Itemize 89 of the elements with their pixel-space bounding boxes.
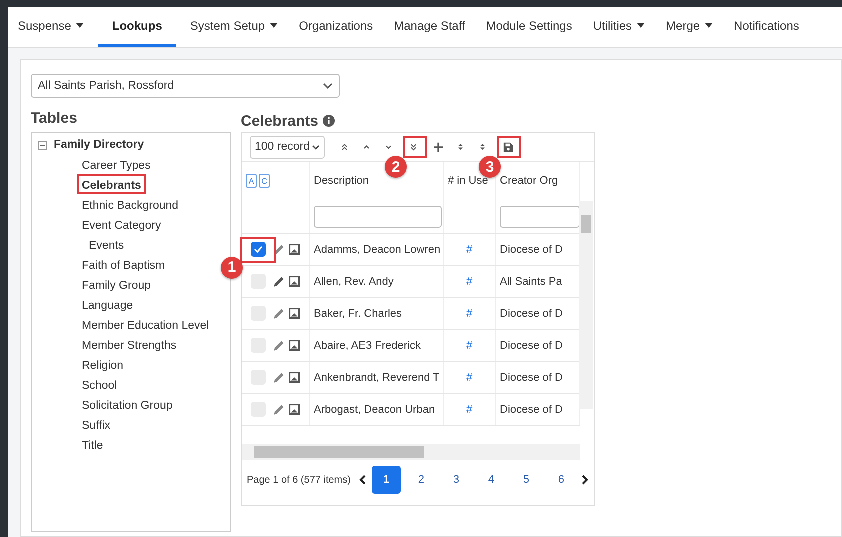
pencil-icon[interactable]: [274, 276, 285, 287]
pager-summary: Page 1 of 6 (577 items): [247, 474, 351, 486]
table-cell: Diocese of D: [500, 308, 563, 320]
tree-item[interactable]: Ethnic Background: [77, 194, 184, 214]
chevron-down-icon: [312, 144, 320, 150]
row-checkbox[interactable]: [250, 242, 266, 257]
tree-item[interactable]: Religion: [77, 354, 129, 374]
tree-item[interactable]: Title: [77, 434, 108, 454]
table-cell: Diocese of D: [500, 244, 563, 256]
pencil-icon[interactable]: [274, 404, 285, 415]
table-cell: All Saints Pa: [500, 276, 562, 288]
tree-item[interactable]: Celebrants: [77, 174, 146, 194]
tree-item[interactable]: Faith of Baptism: [77, 254, 170, 274]
filter-input[interactable]: [500, 206, 580, 228]
image-icon[interactable]: [289, 244, 300, 255]
nav-tab[interactable]: Merge: [659, 7, 720, 47]
tree-item[interactable]: Member Education Level: [77, 314, 214, 334]
tree-item[interactable]: Career Types: [77, 154, 156, 174]
page-link[interactable]: 4: [476, 466, 506, 494]
tree-item[interactable]: Event Category: [77, 214, 166, 234]
column-toggle[interactable]: A: [246, 174, 257, 188]
image-icon[interactable]: [289, 404, 300, 415]
collapse-icon[interactable]: [38, 140, 47, 150]
page-link[interactable]: 6: [546, 466, 576, 494]
usage-link[interactable]: #: [466, 340, 473, 352]
callout-number: 2: [384, 156, 407, 178]
chevron-left-icon[interactable]: [358, 475, 366, 485]
page-link[interactable]: 3: [442, 466, 471, 494]
pencil-icon[interactable]: [274, 372, 285, 383]
usage-link[interactable]: #: [466, 372, 473, 384]
table-cell: Diocese of D: [500, 404, 563, 416]
pencil-icon[interactable]: [274, 340, 285, 351]
checkmark-icon: [254, 246, 262, 253]
usage-link[interactable]: #: [466, 244, 473, 256]
filter-input[interactable]: [314, 206, 442, 228]
page-link[interactable]: 2: [406, 466, 436, 494]
nav-tab[interactable]: Utilities: [586, 7, 652, 47]
callout-number: 1: [221, 256, 243, 278]
tree-group-label[interactable]: Family Directory: [54, 139, 144, 151]
plus-icon: [434, 142, 446, 152]
page-link[interactable]: 1: [372, 466, 401, 494]
nav-tab[interactable]: Module Settings: [479, 7, 580, 47]
chevron-right-icon[interactable]: [582, 475, 589, 485]
organization-dropdown[interactable]: All Saints Parish, Rossford: [31, 74, 340, 98]
usage-link[interactable]: #: [466, 404, 473, 416]
tree-item[interactable]: Suffix: [77, 414, 116, 434]
section-title: Tables: [31, 110, 78, 129]
table-cell: Baker, Fr. Charles: [314, 308, 402, 320]
table-cell: Diocese of D: [500, 340, 563, 352]
tree-item[interactable]: Events: [84, 234, 130, 254]
column-header[interactable]: # in Use: [448, 175, 488, 187]
chevron-down-icon: [323, 83, 333, 89]
nav-tab[interactable]: System Setup: [183, 7, 286, 47]
page-link[interactable]: 5: [512, 466, 541, 494]
image-icon[interactable]: [289, 340, 300, 351]
nav-tab[interactable]: Organizations: [292, 7, 380, 47]
table-cell: Diocese of D: [500, 372, 563, 384]
vertical-scrollbar[interactable]: [579, 201, 593, 409]
table-cell: Ankenbrandt, Reverend T: [314, 372, 440, 384]
save-icon: [503, 142, 514, 152]
nav-tab[interactable]: Suspense: [11, 7, 92, 47]
pencil-icon[interactable]: [274, 244, 285, 255]
tree-item[interactable]: Language: [77, 294, 138, 314]
info-icon: [322, 115, 335, 127]
column-toggle[interactable]: C: [259, 174, 270, 188]
image-icon[interactable]: [289, 308, 300, 319]
callout-number: 3: [478, 156, 501, 178]
table-cell: Abaire, AE3 Frederick: [314, 340, 421, 352]
tree-item[interactable]: Member Strengths: [77, 334, 182, 354]
nav-tab[interactable]: Manage Staff: [387, 7, 472, 47]
expand-all-button[interactable]: [402, 136, 427, 158]
column-header[interactable]: Creator Org: [500, 175, 558, 187]
tree-item[interactable]: Solicitation Group: [77, 394, 178, 414]
table-cell: Allen, Rev. Andy: [314, 276, 394, 288]
usage-link[interactable]: #: [466, 308, 473, 320]
tree-item[interactable]: School: [77, 374, 122, 394]
table-cell: Arbogast, Deacon Urban: [314, 404, 436, 416]
save-button[interactable]: [496, 136, 521, 158]
image-icon[interactable]: [289, 372, 300, 383]
pencil-icon[interactable]: [274, 308, 285, 319]
tree-item[interactable]: Family Group: [77, 274, 156, 294]
image-icon[interactable]: [289, 276, 300, 287]
column-header[interactable]: Description: [314, 175, 370, 187]
horizontal-scrollbar[interactable]: [242, 444, 580, 460]
page-size-dropdown[interactable]: 100 record: [250, 136, 325, 158]
grid-title: Celebrants: [241, 112, 319, 130]
nav-tab[interactable]: Notifications: [727, 7, 806, 47]
usage-link[interactable]: #: [466, 276, 473, 288]
table-cell: Adamms, Deacon Lowren: [314, 244, 441, 256]
